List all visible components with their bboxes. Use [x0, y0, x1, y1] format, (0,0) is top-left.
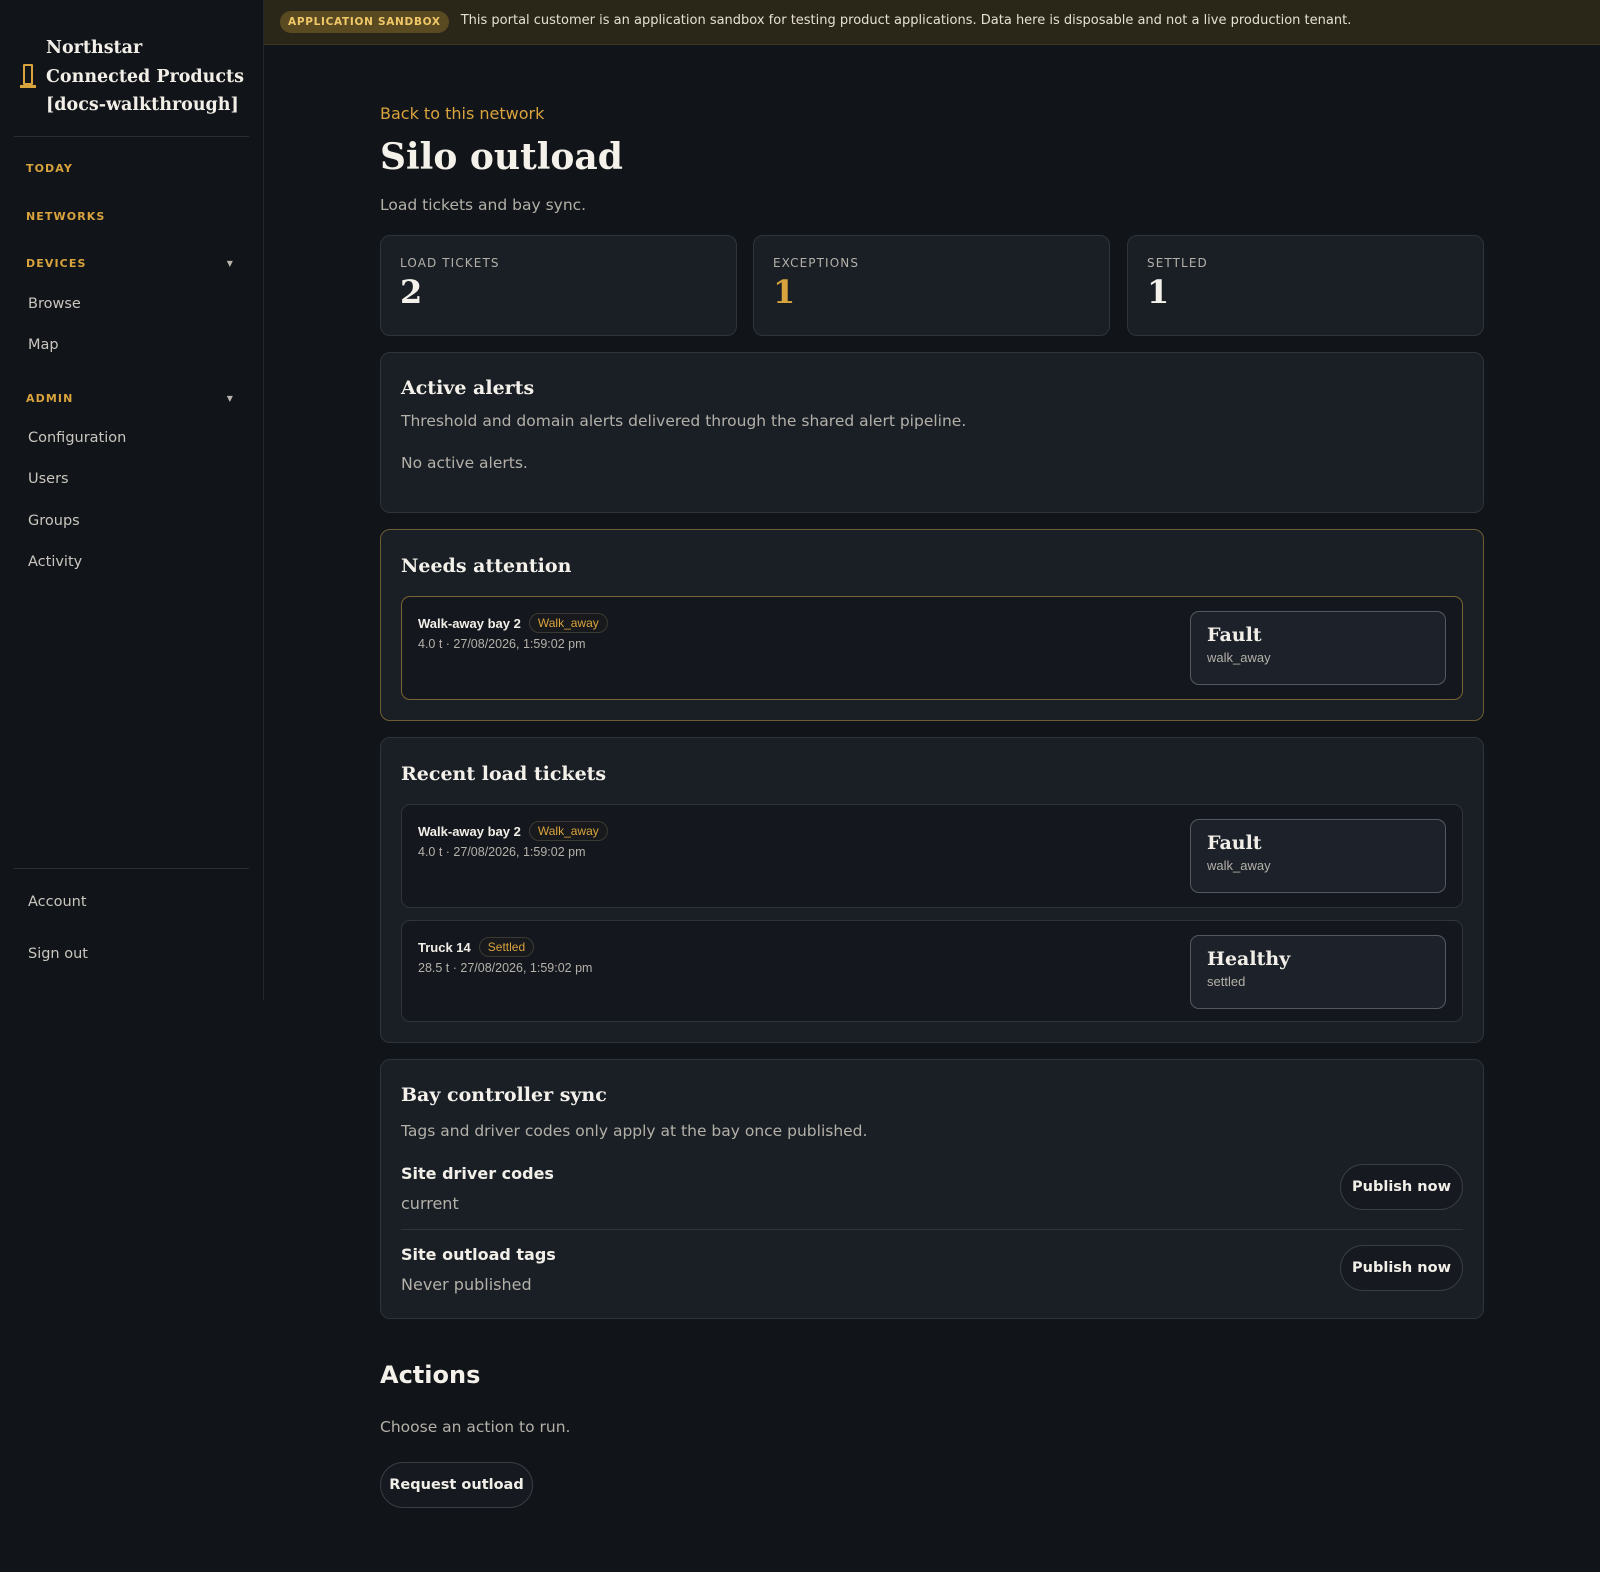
ticket-status-fault: Fault walk_away	[1190, 611, 1446, 685]
stat-card-exceptions: EXCEPTIONS 1	[753, 235, 1110, 336]
nav-section-label: TODAY	[26, 162, 73, 175]
sync-row-outload-tags: Site outload tags Never published Publis…	[401, 1245, 1463, 1317]
status-sub: walk_away	[1207, 650, 1271, 665]
status-sub: settled	[1207, 974, 1246, 989]
nav-section-label: ADMIN	[26, 392, 74, 405]
ticket-row[interactable]: Walk-away bay 2 Walk_away 4.0 t · 27/08/…	[401, 596, 1463, 700]
ticket-meta: 4.0 t · 27/08/2026, 1:59:02 pm	[418, 637, 586, 651]
status-title: Healthy	[1207, 948, 1291, 970]
nav-section-devices[interactable]: DEVICES ▼	[26, 257, 236, 270]
publish-now-button[interactable]: Publish now	[1340, 1245, 1463, 1291]
active-alerts-description: Threshold and domain alerts delivered th…	[401, 412, 967, 430]
nav-section-today[interactable]: TODAY	[26, 162, 236, 175]
stat-value: 1	[1147, 273, 1170, 311]
recent-tickets-card: Recent load tickets Walk-away bay 2 Walk…	[380, 737, 1484, 1043]
nav-section-networks[interactable]: NETWORKS	[26, 210, 236, 223]
nav-section-admin[interactable]: ADMIN ▼	[26, 392, 236, 405]
sandbox-banner-text: This portal customer is an application s…	[460, 12, 1352, 28]
sandbox-pill: APPLICATION SANDBOX	[280, 11, 449, 33]
recent-tickets-title: Recent load tickets	[401, 763, 607, 785]
ticket-name: Walk-away bay 2	[418, 823, 521, 839]
sync-value: current	[401, 1194, 459, 1213]
actions-title: Actions	[380, 1361, 481, 1389]
ticket-tag: Walk_away	[528, 821, 608, 841]
active-alerts-empty: No active alerts.	[401, 454, 528, 472]
publish-now-button[interactable]: Publish now	[1340, 1164, 1463, 1210]
page-subtitle: Load tickets and bay sync.	[380, 196, 587, 214]
sidebar-divider	[14, 136, 249, 137]
sidebar-item-groups[interactable]: Groups	[28, 513, 80, 529]
ticket-meta: 4.0 t · 27/08/2026, 1:59:02 pm	[418, 845, 586, 859]
bay-sync-title: Bay controller sync	[401, 1084, 607, 1106]
sidebar-item-users[interactable]: Users	[28, 471, 69, 487]
needs-attention-title: Needs attention	[401, 555, 572, 577]
nav-section-label: DEVICES	[26, 257, 87, 270]
ticket-tag: Walk_away	[528, 613, 608, 633]
needs-attention-card: Needs attention Walk-away bay 2 Walk_awa…	[380, 529, 1484, 721]
brand[interactable]: Northstar Connected Products [docs-walkt…	[14, 34, 249, 120]
sidebar-item-map[interactable]: Map	[28, 337, 59, 353]
status-title: Fault	[1207, 832, 1262, 854]
active-alerts-title: Active alerts	[401, 377, 535, 399]
brand-name: Northstar Connected Products [docs-walkt…	[46, 38, 244, 115]
bay-tower-icon	[20, 63, 36, 90]
ticket-tag: Settled	[478, 937, 535, 957]
bay-sync-card: Bay controller sync Tags and driver code…	[380, 1059, 1484, 1319]
caret-down-icon: ▼	[226, 259, 234, 268]
sync-label: Site outload tags	[401, 1245, 556, 1264]
sidebar-item-activity[interactable]: Activity	[28, 554, 82, 570]
sidebar-item-configuration[interactable]: Configuration	[28, 430, 126, 446]
stat-card-load-tickets: LOAD TICKETS 2	[380, 235, 737, 336]
stat-value: 1	[773, 273, 796, 311]
sidebar: Northstar Connected Products [docs-walkt…	[0, 0, 264, 1000]
ticket-row[interactable]: Truck 14 Settled 28.5 t · 27/08/2026, 1:…	[401, 920, 1463, 1022]
sidebar-divider	[14, 868, 249, 869]
status-sub: walk_away	[1207, 858, 1271, 873]
ticket-name: Walk-away bay 2	[418, 615, 521, 631]
sidebar-item-browse[interactable]: Browse	[28, 296, 81, 312]
stat-label: EXCEPTIONS	[773, 256, 860, 270]
page-title: Silo outload	[380, 136, 623, 178]
ticket-status-healthy: Healthy settled	[1190, 935, 1446, 1009]
sync-row-driver-codes: Site driver codes current Publish now	[401, 1164, 1463, 1236]
nav-section-label: NETWORKS	[26, 210, 106, 223]
active-alerts-card: Active alerts Threshold and domain alert…	[380, 352, 1484, 513]
caret-down-icon: ▼	[226, 394, 234, 403]
sync-label: Site driver codes	[401, 1164, 554, 1183]
stat-label: LOAD TICKETS	[400, 256, 500, 270]
sidebar-item-account[interactable]: Account	[28, 894, 87, 910]
request-outload-button[interactable]: Request outload	[380, 1462, 533, 1508]
sync-divider	[401, 1229, 1463, 1230]
sync-value: Never published	[401, 1275, 532, 1294]
bay-sync-description: Tags and driver codes only apply at the …	[401, 1122, 868, 1140]
ticket-name: Truck 14	[418, 939, 471, 955]
status-title: Fault	[1207, 624, 1262, 646]
ticket-row[interactable]: Walk-away bay 2 Walk_away 4.0 t · 27/08/…	[401, 804, 1463, 908]
back-link[interactable]: Back to this network	[380, 104, 544, 123]
stat-card-settled: SETTLED 1	[1127, 235, 1484, 336]
ticket-status-fault: Fault walk_away	[1190, 819, 1446, 893]
actions-description: Choose an action to run.	[380, 1418, 571, 1436]
ticket-meta: 28.5 t · 27/08/2026, 1:59:02 pm	[418, 961, 593, 975]
sandbox-banner: APPLICATION SANDBOX This portal customer…	[264, 0, 1600, 45]
stat-label: SETTLED	[1147, 256, 1208, 270]
stat-value: 2	[400, 273, 423, 311]
sidebar-item-sign-out[interactable]: Sign out	[28, 946, 88, 962]
